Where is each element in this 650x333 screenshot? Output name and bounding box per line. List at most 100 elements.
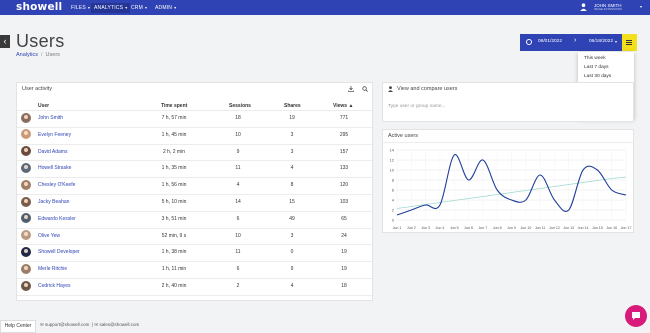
cell-sessions: 10: [235, 232, 241, 239]
cell-views: 133: [339, 165, 349, 172]
user-menu-caret-icon[interactable]: ▾: [640, 4, 642, 9]
cell-views: 24: [341, 232, 347, 239]
avatar: [21, 162, 31, 173]
row-divider: [17, 294, 372, 296]
cell-sessions: 9: [236, 148, 240, 155]
x-tick-label: Jun 9: [507, 226, 516, 230]
user-name-link[interactable]: Chesley O'Keefe: [38, 182, 75, 188]
row-divider: [17, 278, 372, 279]
row-divider: [17, 261, 372, 263]
cell-shares: 49: [289, 215, 295, 222]
x-tick-label: Jun 3: [421, 226, 430, 230]
view-compare-title: View and compare users: [397, 86, 458, 92]
sales-email[interactable]: | ✉ sales@showell.com: [92, 322, 139, 328]
preset-this-week[interactable]: This week: [584, 56, 606, 61]
avatar: [21, 263, 31, 274]
search-icon[interactable]: [362, 86, 368, 92]
cell-time-spent: 1 h, 45 min: [161, 131, 187, 138]
avatar-face: [24, 282, 28, 287]
column-user[interactable]: User: [38, 103, 49, 109]
nav-analytics[interactable]: ANALYTICS ▾: [91, 3, 131, 13]
x-tick-label: Jun 2: [407, 226, 416, 230]
cell-sessions: 2: [236, 283, 240, 289]
x-tick-label: Jun 11: [535, 226, 546, 230]
chevron-left-icon: ‹: [3, 36, 7, 46]
x-tick-label: Jun 10: [520, 226, 531, 230]
y-tick-label: 4: [392, 198, 395, 203]
row-divider: [17, 244, 372, 246]
help-center-button[interactable]: Help Center: [0, 320, 36, 333]
y-tick-label: 6: [392, 188, 395, 193]
column-sessions[interactable]: Sessions: [229, 103, 251, 109]
nav-files[interactable]: FILES ▾: [68, 3, 93, 13]
column-views[interactable]: Views ▲: [333, 103, 353, 109]
download-icon[interactable]: [348, 86, 354, 92]
support-email[interactable]: ✉ support@showell.com: [40, 322, 89, 328]
date-from[interactable]: 06/01/2022: [538, 39, 562, 44]
date-to[interactable]: 06/18/2022: [589, 39, 613, 44]
user-icon: [388, 86, 393, 92]
user-name-link[interactable]: Showell Developer: [38, 249, 80, 255]
x-tick-label: Jun 7: [478, 226, 487, 230]
breadcrumb-separator: /: [41, 52, 43, 58]
user-name-link[interactable]: Cedrick Hayes: [38, 283, 71, 289]
cell-views: 19: [341, 249, 347, 256]
column-shares[interactable]: Shares: [284, 103, 301, 109]
breadcrumb-current: Users: [45, 52, 60, 58]
cell-time-spent: 7 h, 57 min: [161, 115, 187, 121]
avatar: [21, 196, 31, 207]
user-name-link[interactable]: John Smith: [38, 115, 63, 121]
user-name-link[interactable]: Evelyn Feeney: [38, 132, 71, 138]
preset-last-7-days[interactable]: Last 7 days: [584, 65, 609, 70]
active-users-chart: 0 2 4 6 8 10 12 14 Jun 1 Jun 2 Jun 3 Jun 4 Jun 5 Jun …: [390, 148, 632, 231]
user-name-link[interactable]: David Adams: [38, 149, 67, 155]
cell-shares: 3: [290, 131, 294, 138]
cell-time-spent: 2 h, 2 min: [163, 148, 185, 155]
avatar: [21, 280, 31, 291]
avatar-face: [24, 198, 28, 203]
cell-views: 771: [339, 115, 349, 121]
user-name-link[interactable]: Howell Straske: [38, 165, 71, 171]
cell-views: 103: [339, 199, 349, 205]
nav-admin[interactable]: ADMIN ▾: [152, 3, 179, 13]
user-name-link[interactable]: Jacky Beahan: [38, 199, 69, 205]
nav-crm[interactable]: CRM ▾: [128, 3, 150, 13]
x-tick-label: Jun 1: [393, 226, 402, 230]
x-tick-label: Jun 15: [592, 226, 603, 230]
cell-shares: 15: [289, 199, 295, 205]
cell-sessions: 11: [235, 249, 241, 256]
user-activity-card: [16, 82, 373, 301]
user-group-search-input[interactable]: Type user or group name...: [388, 104, 446, 109]
user-name-link[interactable]: Merle Ritchie: [38, 266, 67, 272]
presets-menu-button[interactable]: [622, 34, 637, 51]
cell-shares: 3: [290, 148, 294, 155]
page-title: Users: [16, 31, 65, 51]
avatar-face: [24, 131, 28, 136]
cell-time-spent: 1 h, 56 min: [161, 182, 187, 189]
chat-button[interactable]: [625, 305, 647, 327]
avatar-face: [24, 248, 28, 253]
row-divider: [17, 110, 372, 111]
preset-last-30-days[interactable]: Last 30 days: [584, 74, 611, 79]
cell-views: 65: [341, 215, 347, 222]
user-name-link[interactable]: Olive Yew: [38, 233, 60, 239]
y-tick-label: 2: [392, 208, 395, 213]
date-dropdown-caret-icon[interactable]: ▾: [615, 39, 617, 44]
cell-sessions: 14: [235, 199, 241, 205]
row-divider: [17, 126, 372, 128]
cell-views: 18: [341, 283, 347, 289]
x-tick-label: Jun 17: [621, 226, 632, 230]
user-activity-title: User activity: [22, 86, 52, 92]
cell-views: 157: [339, 148, 349, 155]
showell-logo[interactable]: showell: [16, 1, 62, 13]
cell-views: 295: [339, 131, 349, 138]
back-button[interactable]: ‹: [0, 35, 10, 48]
row-divider: [17, 177, 372, 179]
column-time-spent[interactable]: Time spent: [161, 103, 187, 109]
user-name-link[interactable]: Edwardo Kessler: [38, 216, 76, 222]
row-divider: [17, 210, 372, 212]
breadcrumb-analytics[interactable]: Analytics: [16, 52, 38, 58]
cell-shares: 0: [290, 249, 294, 256]
cell-sessions: 11: [235, 165, 241, 172]
user-icon[interactable]: [580, 3, 587, 11]
